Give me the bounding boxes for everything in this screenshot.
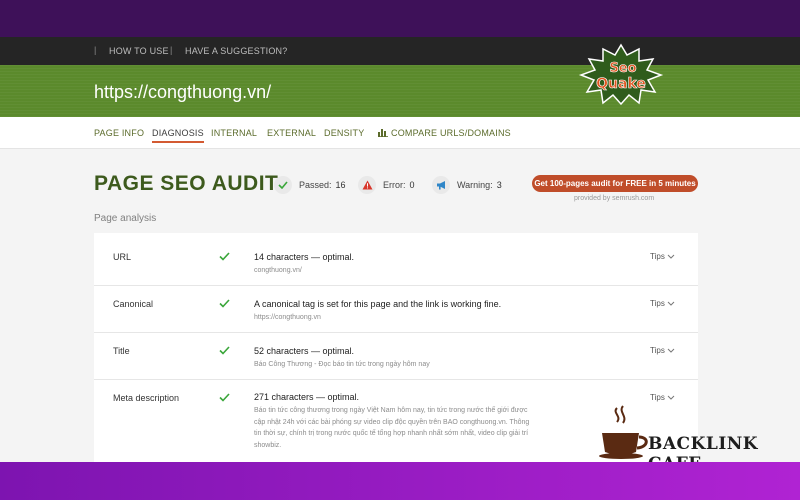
- error-count: 0: [409, 180, 415, 190]
- row-label: Meta description: [113, 393, 180, 403]
- passed-stat[interactable]: Passed: 16: [274, 176, 346, 194]
- nav-separator: |: [94, 45, 97, 55]
- tips-toggle[interactable]: Tips: [650, 299, 675, 308]
- error-label: Error:: [383, 180, 406, 190]
- tab-page-info[interactable]: PAGE INFO: [94, 128, 144, 138]
- table-row: Canonical A canonical tag is set for thi…: [94, 286, 698, 333]
- passed-count: 16: [335, 180, 346, 190]
- tips-label: Tips: [650, 252, 665, 261]
- tab-density[interactable]: DENSITY: [324, 128, 364, 138]
- tips-label: Tips: [650, 299, 665, 308]
- row-detail: Báo tin tức công thương trong ngày Việt …: [254, 407, 530, 449]
- chevron-down-icon: [667, 348, 675, 353]
- nav-separator: |: [170, 45, 173, 55]
- warning-count: 3: [496, 180, 502, 190]
- row-label: Title: [113, 346, 130, 356]
- warning-label: Warning:: [457, 180, 493, 190]
- bar-chart-icon: [378, 129, 388, 137]
- tips-toggle[interactable]: Tips: [650, 393, 675, 402]
- passed-label: Passed:: [299, 180, 332, 190]
- tips-label: Tips: [650, 393, 665, 402]
- check-icon: [274, 176, 292, 194]
- row-message: 271 characters — optimal.: [254, 392, 360, 402]
- row-detail: congthuong.vn/: [254, 267, 302, 274]
- free-audit-button[interactable]: Get 100-pages audit for FREE in 5 minute…: [532, 175, 698, 192]
- page-url: https://congthuong.vn/: [94, 82, 272, 102]
- section-label: Page analysis: [94, 213, 157, 224]
- check-icon: [219, 393, 230, 402]
- row-message: 52 characters — optimal.: [254, 346, 355, 356]
- row-label: URL: [113, 252, 132, 262]
- chevron-down-icon: [667, 254, 675, 259]
- tab-compare-urls-label: COMPARE URLS/DOMAINS: [391, 128, 511, 138]
- suggestion-link[interactable]: HAVE A SUGGESTION?: [185, 46, 287, 56]
- check-icon: [219, 346, 230, 355]
- url-header: https://congthuong.vn/: [0, 65, 800, 117]
- bottom-purple-band: [0, 462, 800, 500]
- chevron-down-icon: [667, 301, 675, 306]
- tips-label: Tips: [650, 346, 665, 355]
- chevron-down-icon: [667, 395, 675, 400]
- tips-toggle[interactable]: Tips: [650, 252, 675, 261]
- top-navigation: | HOW TO USE | HAVE A SUGGESTION?: [0, 37, 800, 65]
- tab-bar: PAGE INFO DIAGNOSIS INTERNAL EXTERNAL DE…: [0, 117, 800, 149]
- top-purple-band: [0, 0, 800, 37]
- how-to-use-link[interactable]: HOW TO USE: [109, 46, 169, 56]
- table-row: Title 52 characters — optimal. Báo Công …: [94, 333, 698, 380]
- tab-internal[interactable]: INTERNAL: [211, 128, 257, 138]
- row-message: A canonical tag is set for this page and…: [254, 299, 502, 309]
- table-row: URL 14 characters — optimal. congthuong.…: [94, 233, 698, 286]
- row-detail: https://congthuong.vn: [254, 314, 321, 321]
- row-label: Canonical: [113, 299, 154, 309]
- tab-diagnosis[interactable]: DIAGNOSIS: [152, 128, 204, 143]
- page-title: PAGE SEO AUDIT: [94, 172, 279, 195]
- logo-text-quake: Quake: [596, 76, 646, 92]
- tips-toggle[interactable]: Tips: [650, 346, 675, 355]
- error-stat[interactable]: Error: 0: [358, 176, 415, 194]
- megaphone-icon: [432, 176, 450, 194]
- tab-compare-urls[interactable]: COMPARE URLS/DOMAINS: [378, 128, 511, 138]
- row-message: 14 characters — optimal.: [254, 252, 355, 262]
- check-icon: [219, 299, 230, 308]
- seoquake-logo: Seo Quake: [578, 43, 664, 105]
- tab-external[interactable]: EXTERNAL: [267, 128, 316, 138]
- provided-by-text: provided by semrush.com: [574, 195, 655, 202]
- row-detail: Báo Công Thương - Đọc báo tin tức trong …: [254, 361, 430, 368]
- error-icon: [358, 176, 376, 194]
- logo-text-seo: Seo: [609, 61, 636, 76]
- warning-stat[interactable]: Warning: 3: [432, 176, 502, 194]
- check-icon: [219, 252, 230, 261]
